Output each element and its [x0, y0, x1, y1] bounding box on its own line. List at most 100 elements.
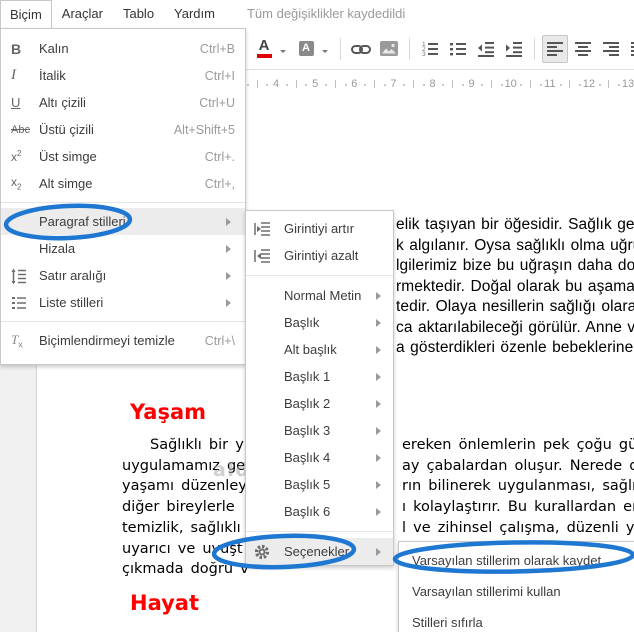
menu-item-decrease-indent[interactable]: Girintiyi azalt	[246, 242, 393, 269]
insert-image-icon	[380, 41, 398, 56]
menu-item-label: Başlık 4	[284, 450, 331, 465]
menu-item-shortcut: Ctrl+B	[199, 41, 235, 56]
google-docs-window: { "accent_circle_color": "#1e78d2", "men…	[0, 0, 634, 632]
menubar-item-tablo[interactable]: Tablo	[113, 0, 164, 28]
ruler-number: 6	[351, 78, 358, 90]
numbered-list-button[interactable]: 123	[417, 35, 443, 63]
menubar-item-yardim[interactable]: Yardım	[164, 0, 225, 28]
ruler-tick	[266, 84, 269, 86]
menu-item-underline[interactable]: U Altı çizili Ctrl+U	[1, 89, 245, 116]
submenu-arrow-icon	[376, 547, 385, 556]
toolbar-separator	[409, 37, 410, 60]
menu-item-heading-3[interactable]: Başlık 3	[246, 417, 393, 444]
menu-item-heading-2[interactable]: Başlık 2	[246, 390, 393, 417]
ruler-tick	[373, 80, 375, 88]
menu-item-label: Biçimlendirmeyi temizle	[39, 333, 175, 348]
menu-item-list-styles[interactable]: Liste stilleri	[1, 289, 245, 316]
body-text-line: rmektedir. Doğal olarak bu aşamad	[396, 277, 634, 295]
submenu-arrow-icon	[376, 507, 385, 516]
menu-item-increase-indent[interactable]: Girintiyi artır	[246, 215, 393, 242]
menu-item-strikethrough[interactable]: Abc Üstü çizili Alt+Shift+5	[1, 116, 245, 143]
ruler-tick	[344, 84, 347, 86]
menu-item-label: Altı çizili	[39, 95, 86, 110]
justify-button[interactable]	[626, 35, 634, 63]
menu-item-superscript[interactable]: x2 Üst simge Ctrl+.	[1, 143, 245, 170]
ruler-number: 13	[621, 78, 634, 90]
text-color-button[interactable]: A	[251, 35, 277, 63]
menu-item-label: Üstü çizili	[39, 122, 94, 137]
menu-item-label: Paragraf stilleri	[39, 214, 126, 229]
highlight-color-button[interactable]: A	[293, 35, 319, 63]
menubar-item-araclar[interactable]: Araçlar	[52, 0, 113, 28]
menu-item-label: Alt başlık	[284, 342, 337, 357]
menu-separator	[246, 531, 393, 532]
menu-item-clear-formatting[interactable]: Tx Biçimlendirmeyi temizle Ctrl+\	[1, 327, 245, 354]
increase-indent-button[interactable]	[501, 35, 527, 63]
body-text-line: temizlik, sağlıklı	[122, 519, 241, 536]
ruler-tick	[579, 84, 582, 86]
text-color-dropdown-caret[interactable]	[280, 49, 286, 56]
menu-item-options[interactable]: Seçenekler	[246, 538, 393, 565]
menu-item-shortcut: Alt+Shift+5	[173, 122, 235, 137]
menu-item-use-default-styles[interactable]: Varsayılan stillerimi kullan	[399, 576, 634, 607]
ruler-tick	[491, 80, 493, 88]
format-menu: B Kalın Ctrl+B I İtalik Ctrl+I U Altı çizili Ctr…	[0, 28, 246, 365]
ruler-tick	[608, 80, 610, 88]
submenu-arrow-icon	[226, 217, 235, 226]
menu-item-reset-styles[interactable]: Stilleri sıfırla	[399, 607, 634, 632]
toolbar-separator	[534, 37, 535, 60]
insert-image-button[interactable]	[376, 35, 402, 63]
ruler-tick	[500, 84, 503, 86]
ruler-tick	[559, 84, 562, 86]
menu-item-line-spacing[interactable]: Satır aralığı	[1, 262, 245, 289]
italic-icon: I	[11, 67, 16, 83]
menu-item-italic[interactable]: I İtalik Ctrl+I	[1, 62, 245, 89]
menu-item-label: Başlık 3	[284, 423, 331, 438]
menu-bar: Biçim Araçlar Tablo Yardım Tüm değişiklikler…	[0, 0, 634, 28]
ruler-number: 11	[544, 78, 556, 90]
body-text-line: k algılanır. Oysa sağlıklı olma uğrund	[396, 236, 634, 254]
menu-item-heading-1[interactable]: Başlık 1	[246, 363, 393, 390]
menu-item-heading-5[interactable]: Başlık 5	[246, 471, 393, 498]
highlight-color-dropdown-caret[interactable]	[322, 49, 328, 56]
submenu-arrow-icon	[376, 426, 385, 435]
menu-item-normal-text[interactable]: Normal Metin	[246, 282, 393, 309]
align-right-button[interactable]	[598, 35, 624, 63]
menubar-item-bicim[interactable]: Biçim	[0, 0, 52, 28]
align-center-button[interactable]	[570, 35, 596, 63]
ruler-tick	[383, 84, 386, 86]
menu-item-shortcut: Ctrl+.	[204, 149, 235, 164]
menu-item-label: Kalın	[39, 41, 69, 56]
insert-link-button[interactable]	[348, 35, 374, 63]
menu-item-heading-4[interactable]: Başlık 4	[246, 444, 393, 471]
menu-item-bold[interactable]: B Kalın Ctrl+B	[1, 35, 245, 62]
list-icon	[11, 295, 39, 311]
indent-more-icon	[254, 221, 284, 237]
ruler-tick	[422, 84, 425, 86]
ruler-tick	[452, 80, 454, 88]
subscript-icon: x2	[11, 175, 22, 192]
ruler-tick	[618, 84, 621, 86]
menu-item-paragraph-styles[interactable]: Paragraf stilleri	[1, 208, 245, 235]
align-left-button[interactable]	[542, 34, 568, 63]
ruler-tick	[461, 84, 464, 86]
ruler-tick	[442, 84, 445, 86]
menu-item-align[interactable]: Hizala	[1, 235, 245, 262]
submenu-arrow-icon	[226, 271, 235, 280]
bulleted-list-button[interactable]	[445, 35, 471, 63]
body-text-line: diğer bireylerle	[122, 499, 235, 516]
menu-item-heading[interactable]: Başlık	[246, 309, 393, 336]
menu-item-subtitle[interactable]: Alt başlık	[246, 336, 393, 363]
menu-item-label: Başlık 1	[284, 369, 331, 384]
ruler-tick	[256, 80, 258, 88]
ruler-tick	[520, 84, 523, 86]
menu-item-save-default-styles[interactable]: Varsayılan stillerim olarak kaydet	[399, 545, 634, 576]
heading-yasam: Yaşam	[130, 400, 207, 424]
decrease-indent-button[interactable]	[473, 35, 499, 63]
menu-item-heading-6[interactable]: Başlık 6	[246, 498, 393, 525]
body-text-line: tedir. Olaya nesillerin sağlığı olarak	[396, 298, 634, 315]
ruler-tick	[598, 84, 601, 86]
menu-item-label: Seçenekler	[284, 544, 350, 559]
numbered-list-icon: 123	[421, 41, 439, 57]
menu-item-subscript[interactable]: x2 Alt simge Ctrl+,	[1, 170, 245, 197]
